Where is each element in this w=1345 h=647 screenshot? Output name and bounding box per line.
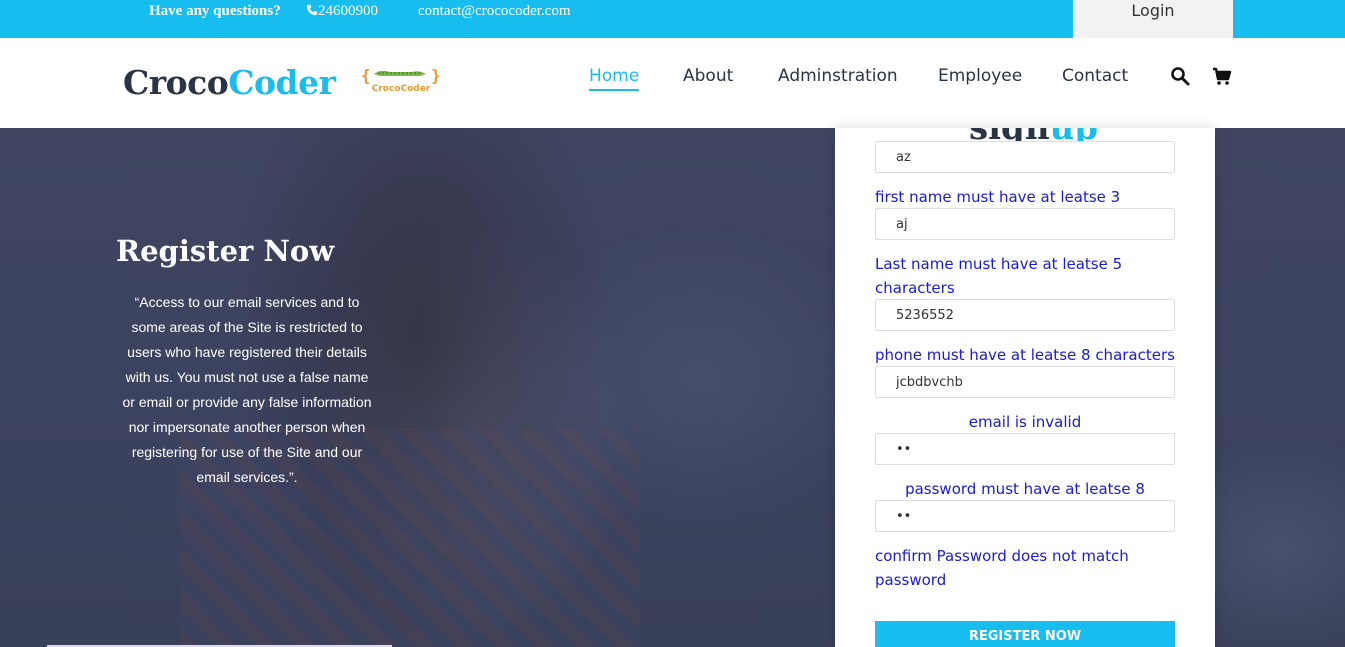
nav-about[interactable]: About bbox=[683, 66, 733, 86]
hero-title: Register Now bbox=[116, 234, 335, 268]
svg-text:}: } bbox=[431, 66, 441, 85]
phone-number: 24600900 bbox=[318, 3, 378, 19]
phone-icon bbox=[306, 4, 318, 16]
nav-adminstration[interactable]: Adminstration bbox=[778, 66, 898, 86]
cart-icon[interactable] bbox=[1212, 66, 1232, 86]
email-contact[interactable]: contact@crococoder.com bbox=[418, 3, 571, 20]
brand-part-2: Coder bbox=[228, 63, 336, 102]
svg-text:{: { bbox=[361, 66, 371, 85]
login-button[interactable]: Login bbox=[1073, 0, 1233, 38]
main-header: CrocoCoder { } CrocoCoder Home About Adm… bbox=[0, 38, 1345, 128]
first-name-input[interactable] bbox=[875, 141, 1175, 173]
questions-text: Have any questions? bbox=[149, 3, 281, 19]
last-name-error: Last name must have at leatse 5 characte… bbox=[875, 255, 1123, 297]
last-name-input[interactable] bbox=[875, 208, 1175, 240]
phone-input[interactable] bbox=[875, 299, 1175, 331]
crococoder-logo: { } CrocoCoder bbox=[361, 66, 441, 94]
email-error: email is invalid bbox=[968, 413, 1082, 431]
signup-form: signup first name must have at leatse 3 … bbox=[835, 128, 1215, 647]
logo-text: CrocoCoder bbox=[372, 84, 431, 94]
phone-error: phone must have at leatse 8 characters bbox=[875, 346, 1175, 364]
confirm-password-error: confirm Password does not match password bbox=[875, 547, 1129, 589]
password-input[interactable] bbox=[875, 433, 1175, 465]
nav-home[interactable]: Home bbox=[589, 66, 640, 91]
brand-name[interactable]: CrocoCoder bbox=[123, 63, 336, 102]
nav-contact[interactable]: Contact bbox=[1062, 66, 1128, 86]
confirm-password-input[interactable] bbox=[875, 500, 1175, 532]
top-bar: Have any questions? 24600900 contact@cro… bbox=[0, 0, 1345, 38]
phone-contact[interactable]: 24600900 bbox=[306, 3, 378, 20]
register-now-button[interactable]: REGISTER NOW bbox=[875, 621, 1175, 647]
search-icon[interactable] bbox=[1170, 66, 1190, 86]
brand-part-1: Croco bbox=[123, 63, 229, 102]
hero-description: “Access to our email services and to som… bbox=[122, 294, 372, 485]
email-input[interactable] bbox=[875, 366, 1175, 398]
nav-employee[interactable]: Employee bbox=[938, 66, 1022, 86]
